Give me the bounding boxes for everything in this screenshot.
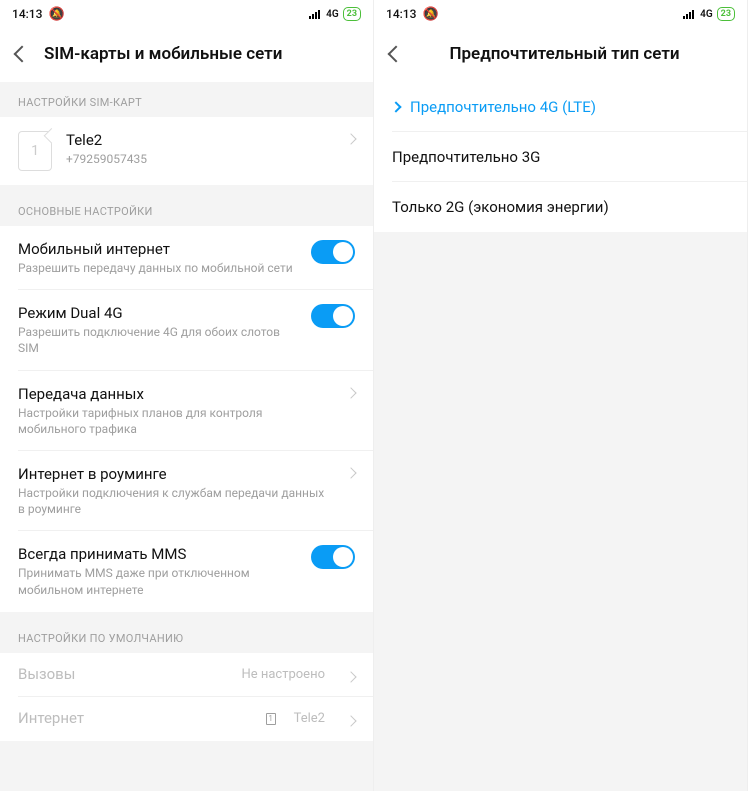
sim-chip-icon: 1 [266, 713, 276, 725]
dual-4g-row[interactable]: Режим Dual 4G Разрешить подключение 4G д… [0, 290, 373, 370]
section-default-settings: НАСТРОЙКИ ПО УМОЛЧАНИЮ [0, 618, 373, 653]
data-usage-sub: Настройки тарифных планов для контроля м… [18, 405, 333, 437]
chevron-right-icon [345, 715, 356, 726]
chevron-right-icon [345, 671, 356, 682]
status-time: 14:13 [12, 7, 42, 21]
roaming-row[interactable]: Интернет в роуминге Настройки подключени… [0, 451, 373, 531]
mms-toggle[interactable] [311, 545, 355, 569]
default-internet-row[interactable]: Интернет 1 Tele2 [0, 697, 373, 741]
page-title: Предпочтительный тип сети [418, 44, 731, 64]
mobile-data-sub: Разрешить передачу данных по мобильной с… [18, 260, 297, 276]
default-calls-title: Вызовы [18, 665, 227, 683]
mobile-data-toggle[interactable] [311, 240, 355, 264]
network-option-2g[interactable]: Только 2G (экономия энергии) [374, 182, 747, 232]
sim-slot-number: 1 [31, 143, 39, 159]
default-calls-value: Не настроено [241, 667, 325, 682]
network-option-label: Предпочтительно 4G (LTE) [410, 98, 596, 116]
mms-row[interactable]: Всегда принимать MMS Принимать MMS даже … [0, 531, 373, 611]
chevron-right-icon [345, 387, 356, 398]
page-title: SIM-карты и мобильные сети [44, 44, 357, 64]
dual-4g-toggle[interactable] [311, 304, 355, 328]
settings-scroll[interactable]: НАСТРОЙКИ SIM-КАРТ 1 Tele2 +79259057435 … [0, 82, 373, 791]
silent-icon: 🔕 [48, 7, 64, 22]
mobile-data-row[interactable]: Мобильный интернет Разрешить передачу да… [0, 226, 373, 290]
chevron-right-icon [345, 467, 356, 478]
status-bar: 14:13 🔕 4G 23 [374, 0, 747, 28]
selected-chevron-icon [390, 101, 401, 112]
battery-icon: 23 [343, 7, 361, 21]
sim-card-icon: 1 [18, 131, 52, 171]
network-option-4g[interactable]: Предпочтительно 4G (LTE) [374, 82, 747, 132]
roaming-title: Интернет в роуминге [18, 465, 333, 483]
default-calls-row[interactable]: Вызовы Не настроено [0, 653, 373, 697]
screen-sim-settings: 14:13 🔕 4G 23 SIM-карты и мобильные сети… [0, 0, 374, 791]
network-label: 4G [700, 9, 713, 20]
section-sim-cards: НАСТРОЙКИ SIM-КАРТ [0, 82, 373, 117]
screen-network-type: 14:13 🔕 4G 23 Предпочтительный тип сети … [374, 0, 748, 791]
back-icon[interactable] [14, 46, 31, 63]
options-scroll[interactable]: Предпочтительно 4G (LTE) Предпочтительно… [374, 82, 747, 791]
section-main-settings: ОСНОВНЫЕ НАСТРОЙКИ [0, 191, 373, 226]
sim-carrier: Tele2 [66, 131, 333, 149]
page-header: Предпочтительный тип сети [374, 28, 747, 82]
default-internet-title: Интернет [18, 709, 252, 727]
data-usage-row[interactable]: Передача данных Настройки тарифных плано… [0, 371, 373, 451]
mms-title: Всегда принимать MMS [18, 545, 297, 563]
default-internet-value: Tele2 [294, 711, 325, 726]
network-option-3g[interactable]: Предпочтительно 3G [374, 132, 747, 182]
signal-icon [309, 10, 320, 19]
status-time: 14:13 [386, 7, 416, 21]
network-option-label: Предпочтительно 3G [392, 148, 540, 166]
mobile-data-title: Мобильный интернет [18, 240, 297, 258]
mms-sub: Принимать MMS даже при отключенном мобил… [18, 565, 297, 597]
chevron-right-icon [345, 133, 356, 144]
signal-icon [683, 10, 694, 19]
back-icon[interactable] [388, 46, 405, 63]
sim-slot-row[interactable]: 1 Tele2 +79259057435 [0, 117, 373, 185]
battery-icon: 23 [717, 7, 735, 21]
roaming-sub: Настройки подключения к службам передачи… [18, 485, 333, 517]
page-header: SIM-карты и мобильные сети [0, 28, 373, 82]
network-label: 4G [326, 9, 339, 20]
dual-4g-title: Режим Dual 4G [18, 304, 297, 322]
sim-number: +79259057435 [66, 151, 333, 167]
silent-icon: 🔕 [422, 7, 438, 22]
status-bar: 14:13 🔕 4G 23 [0, 0, 373, 28]
dual-4g-sub: Разрешить подключение 4G для обоих слото… [18, 324, 297, 356]
network-option-label: Только 2G (экономия энергии) [392, 198, 609, 216]
data-usage-title: Передача данных [18, 385, 333, 403]
